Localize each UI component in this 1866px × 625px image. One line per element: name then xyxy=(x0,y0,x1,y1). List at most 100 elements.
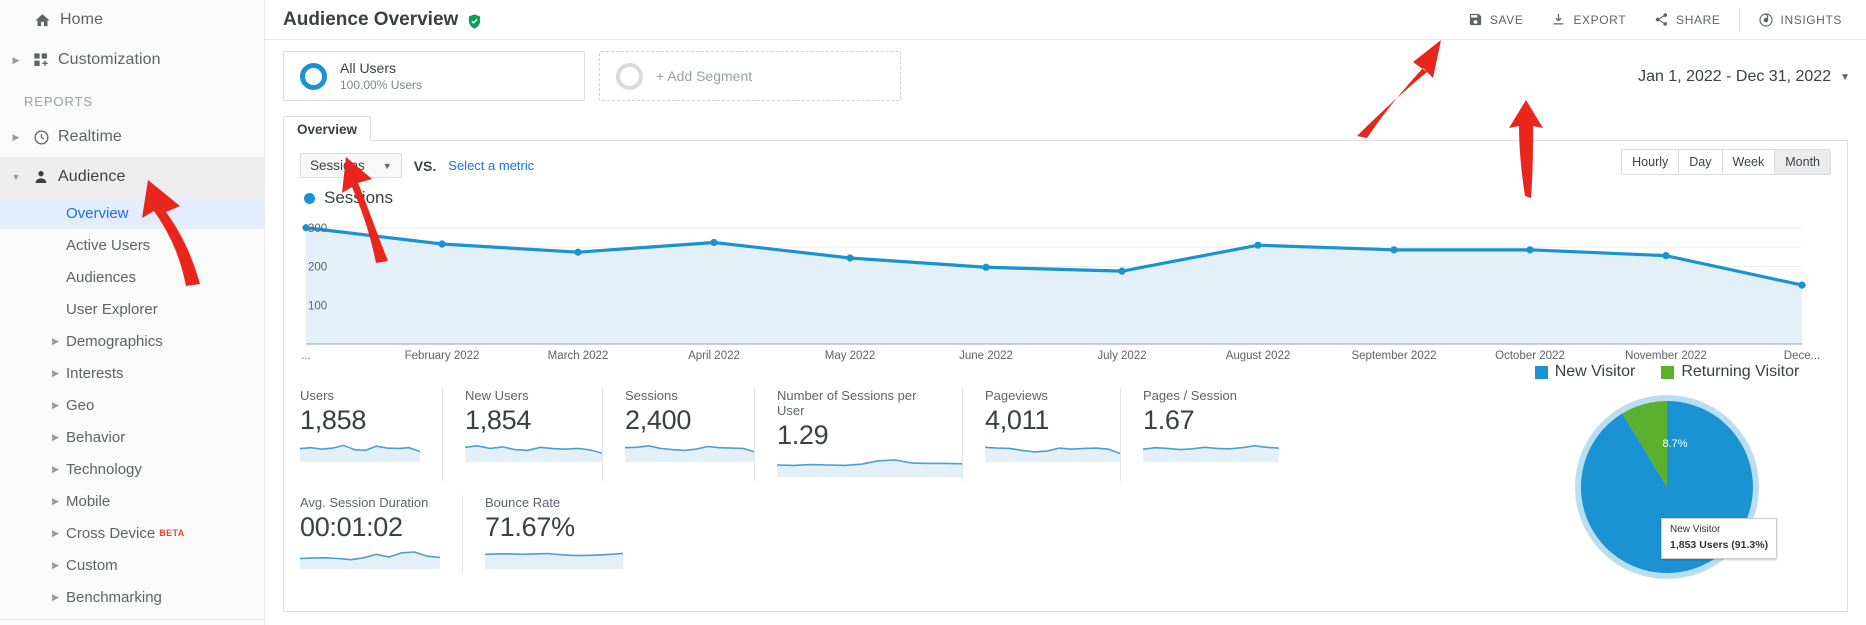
metric-card-sparkline xyxy=(484,552,624,570)
sidebar-item-demographics[interactable]: ▶ Demographics xyxy=(0,325,264,357)
chevron-right-icon: ▶ xyxy=(52,335,59,346)
sidebar-item-active-users[interactable]: Active Users xyxy=(0,229,264,261)
sidebar-item-behavior[interactable]: ▶ Behavior xyxy=(0,421,264,453)
tab-overview[interactable]: Overview xyxy=(283,116,372,141)
pie-tooltip: New Visitor 1,853 Users (91.3%) xyxy=(1661,518,1778,559)
sidebar-item-benchmarking[interactable]: ▶ Benchmarking xyxy=(0,581,264,613)
share-label: SHARE xyxy=(1676,12,1721,27)
add-segment-ring-icon xyxy=(616,62,643,90)
sidebar-divider xyxy=(0,619,264,620)
person-icon xyxy=(24,169,58,185)
metric-card[interactable]: Pageviews 4,011 xyxy=(962,388,1122,482)
chevron-right-icon: ▶ xyxy=(52,527,59,538)
clock-icon xyxy=(24,129,58,146)
sidebar-item-interests[interactable]: ▶ Interests xyxy=(0,357,264,389)
sidebar-item-geo[interactable]: ▶ Geo xyxy=(0,389,264,421)
sidebar-item-label: Mobile xyxy=(66,492,111,510)
sidebar-item-audience[interactable]: ▼ Audience xyxy=(0,157,264,197)
pie-swatch-icon xyxy=(1534,365,1548,379)
metric-select[interactable]: Sessions ▼ xyxy=(300,153,402,178)
segment-all-users[interactable]: All Users 100.00% Users xyxy=(283,51,585,101)
metric-card-title: Avg. Session Duration xyxy=(300,495,429,511)
share-button[interactable]: SHARE xyxy=(1640,0,1734,40)
metric-card-sparkline xyxy=(776,459,964,478)
metric-card-value: 1,858 xyxy=(300,405,367,435)
pie-swatch-icon xyxy=(1661,365,1675,379)
svg-text:200: 200 xyxy=(308,262,327,274)
sidebar-item-customization[interactable]: ▶ Customization xyxy=(0,40,264,80)
sidebar-item-home[interactable]: Home xyxy=(0,0,264,40)
chevron-right-icon: ▶ xyxy=(52,399,59,410)
save-button[interactable]: SAVE xyxy=(1454,0,1538,40)
sidebar-section-reports: REPORTS xyxy=(24,94,93,109)
sidebar-item-audiences[interactable]: Audiences xyxy=(0,261,264,293)
x-tick-label: June 2022 xyxy=(959,350,1013,362)
metric-card-sparkline xyxy=(464,445,604,463)
insights-icon xyxy=(1758,12,1774,28)
metric-card-sparkline xyxy=(299,551,441,570)
date-range-picker[interactable]: Jan 1, 2022 - Dec 31, 2022 ▼ xyxy=(1638,68,1850,86)
pie-slice-label: 8.7% xyxy=(1662,438,1687,450)
metric-card-value: 1,854 xyxy=(465,405,532,435)
sidebar-item-user-explorer[interactable]: User Explorer xyxy=(0,293,264,325)
chevron-right-icon: ▶ xyxy=(52,559,59,570)
svg-text:300: 300 xyxy=(308,223,327,235)
sidebar-item-label: User Explorer xyxy=(66,300,158,318)
sidebar-item-mobile[interactable]: ▶ Mobile xyxy=(0,485,264,517)
granularity-week[interactable]: Week xyxy=(1722,149,1776,175)
tab-strip: Overview xyxy=(283,115,1848,141)
metric-card-value: 1.67 xyxy=(1143,405,1195,435)
chevron-down-icon: ▼ xyxy=(11,171,21,182)
metric-card-title: New Users xyxy=(465,388,529,403)
export-label: EXPORT xyxy=(1573,12,1627,27)
x-tick-label: March 2022 xyxy=(547,350,609,362)
save-label: SAVE xyxy=(1489,12,1524,27)
page-title: Audience Overview xyxy=(283,8,459,30)
beta-badge: BETA xyxy=(159,528,185,538)
x-tick-label: ... xyxy=(301,350,311,362)
verified-shield-icon xyxy=(466,13,483,30)
sidebar-item-label: Cross Device xyxy=(66,524,156,542)
date-range-value: Jan 1, 2022 - Dec 31, 2022 xyxy=(1638,68,1832,85)
chevron-right-icon: ▶ xyxy=(52,591,59,602)
export-button[interactable]: EXPORT xyxy=(1537,0,1640,40)
chevron-right-icon: ▶ xyxy=(52,367,59,378)
metric-bar: Sessions ▼ VS. Select a metric Hourly Da… xyxy=(284,141,1847,178)
metric-card-value: 71.67% xyxy=(485,512,575,543)
analytics-page: Home ▶ Customization REPORTS ▶ Realtime xyxy=(0,0,1866,625)
metric-select-value: Sessions xyxy=(310,158,365,173)
add-segment-button[interactable]: + Add Segment xyxy=(599,51,901,101)
sidebar-item-technology[interactable]: ▶ Technology xyxy=(0,453,264,485)
sidebar-item-label: Benchmarking xyxy=(66,588,162,606)
granularity-month[interactable]: Month xyxy=(1775,149,1831,175)
home-icon xyxy=(24,12,60,29)
sidebar-item-cross-device[interactable]: ▶ Cross Device BETA xyxy=(0,517,264,549)
metric-card[interactable]: Sessions 2,400 xyxy=(602,388,756,482)
select-a-metric-link[interactable]: Select a metric xyxy=(448,158,534,173)
metric-card[interactable]: Number of Sessions per User 1.29 xyxy=(754,388,964,482)
metric-card-sparkline xyxy=(624,445,756,463)
metric-card-value: 00:01:02 xyxy=(300,512,403,543)
sidebar-item-overview[interactable]: Overview xyxy=(0,197,264,229)
metric-card[interactable]: Users 1,858 xyxy=(299,388,442,481)
divider xyxy=(1738,8,1740,31)
sessions-line-chart: 100 200 300 ... February 2022 March 2022 Apri… xyxy=(284,212,1847,382)
metric-card[interactable]: New Users 1,854 xyxy=(442,388,604,482)
sidebar-item-realtime[interactable]: ▶ Realtime xyxy=(0,117,264,157)
metric-card[interactable]: Avg. Session Duration 00:01:02 xyxy=(299,495,462,573)
granularity-hourly[interactable]: Hourly xyxy=(1621,149,1680,175)
insights-button[interactable]: INSIGHTS xyxy=(1744,0,1856,40)
sidebar-item-custom[interactable]: ▶ Custom xyxy=(0,549,264,581)
metric-card-title: Bounce Rate xyxy=(485,495,561,511)
sidebar-item-label: Customization xyxy=(58,51,161,68)
granularity-day[interactable]: Day xyxy=(1679,149,1723,175)
x-tick-label: May 2022 xyxy=(824,350,876,362)
metric-card-sparkline xyxy=(1142,445,1280,463)
report-panel: Sessions ▼ VS. Select a metric Hourly Da… xyxy=(283,141,1848,612)
sidebar-item-label: Audiences xyxy=(66,268,137,286)
metric-card-sparkline xyxy=(299,444,421,463)
pie-tooltip-detail: 1,853 Users (91.3%) xyxy=(1670,538,1769,551)
metric-card[interactable]: Pages / Session 1.67 xyxy=(1120,388,1280,482)
metric-card[interactable]: Bounce Rate 71.67% xyxy=(462,495,624,574)
chevron-right-icon: ▶ xyxy=(52,463,59,474)
